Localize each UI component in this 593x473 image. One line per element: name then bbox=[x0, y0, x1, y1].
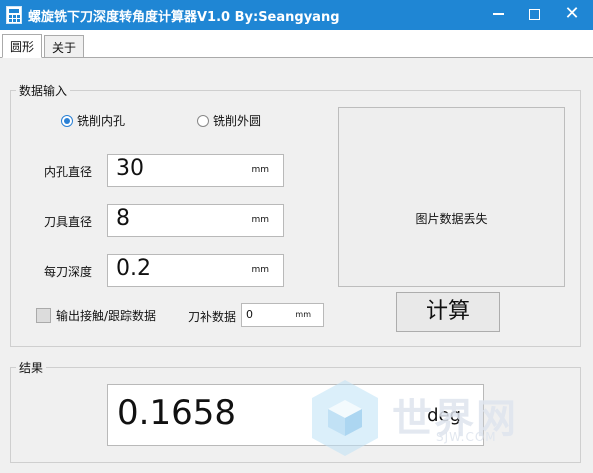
hole-diameter-input[interactable]: 30 mm bbox=[107, 154, 284, 187]
output-data-checkbox-label: 输出接触/跟踪数据 bbox=[56, 309, 157, 323]
hole-diameter-label: 内孔直径 bbox=[44, 165, 93, 179]
depth-per-cut-label: 每刀深度 bbox=[44, 265, 93, 279]
hole-diameter-unit: mm bbox=[251, 165, 269, 175]
tab-strip: 圆形 关于 bbox=[0, 30, 593, 58]
result-value: 0.1658 bbox=[117, 393, 236, 433]
close-button[interactable]: ✕ bbox=[555, 0, 589, 30]
image-missing-text: 图片数据丢失 bbox=[415, 212, 488, 226]
radio-inner-hole-label: 铣削内孔 bbox=[77, 114, 126, 128]
result-group-title: 结果 bbox=[16, 359, 47, 376]
watermark-cube-icon bbox=[312, 380, 378, 456]
radio-inner-hole[interactable]: 铣削内孔 bbox=[61, 112, 125, 129]
tool-comp-label: 刀补数据 bbox=[188, 310, 237, 324]
tool-diameter-label: 刀具直径 bbox=[44, 215, 93, 229]
hole-diameter-value: 30 bbox=[116, 156, 144, 181]
tab-about[interactable]: 关于 bbox=[44, 35, 85, 58]
close-icon: ✕ bbox=[564, 3, 580, 24]
radio-outer-circle-label: 铣削外圆 bbox=[213, 114, 262, 128]
tool-comp-unit: mm bbox=[295, 310, 311, 319]
radio-outer-circle[interactable]: 铣削外圆 bbox=[197, 112, 261, 129]
tab-divider bbox=[0, 57, 593, 58]
calculate-button[interactable]: 计算 bbox=[396, 292, 500, 332]
diagram-image-area: 图片数据丢失 bbox=[338, 107, 565, 287]
minimize-button[interactable] bbox=[481, 0, 515, 30]
maximize-icon bbox=[528, 8, 540, 20]
data-input-group-title: 数据输入 bbox=[16, 82, 71, 99]
radio-checked-icon bbox=[61, 114, 73, 127]
depth-per-cut-value: 0.2 bbox=[116, 256, 151, 281]
title-bar: 螺旋铣下刀深度转角度计算器V1.0 By:Seangyang ✕ bbox=[0, 0, 593, 30]
output-data-checkbox[interactable]: 输出接触/跟踪数据 bbox=[36, 307, 156, 324]
depth-per-cut-input[interactable]: 0.2 mm bbox=[107, 254, 284, 287]
window-title: 螺旋铣下刀深度转角度计算器V1.0 By:Seangyang bbox=[28, 10, 340, 25]
radio-unchecked-icon bbox=[197, 114, 209, 127]
checkbox-unchecked-icon bbox=[36, 308, 51, 323]
tab-circle[interactable]: 圆形 bbox=[2, 34, 43, 58]
maximize-button[interactable] bbox=[517, 0, 551, 30]
watermark-subtext: SJW.COM bbox=[436, 430, 497, 444]
calculator-icon bbox=[6, 6, 22, 24]
tool-comp-input[interactable]: 0 mm bbox=[241, 303, 324, 327]
depth-per-cut-unit: mm bbox=[251, 265, 269, 275]
tool-diameter-value: 8 bbox=[116, 206, 130, 231]
tool-comp-value: 0 bbox=[246, 308, 253, 321]
tool-diameter-unit: mm bbox=[251, 215, 269, 225]
minimize-icon bbox=[492, 13, 504, 15]
tool-diameter-input[interactable]: 8 mm bbox=[107, 204, 284, 237]
